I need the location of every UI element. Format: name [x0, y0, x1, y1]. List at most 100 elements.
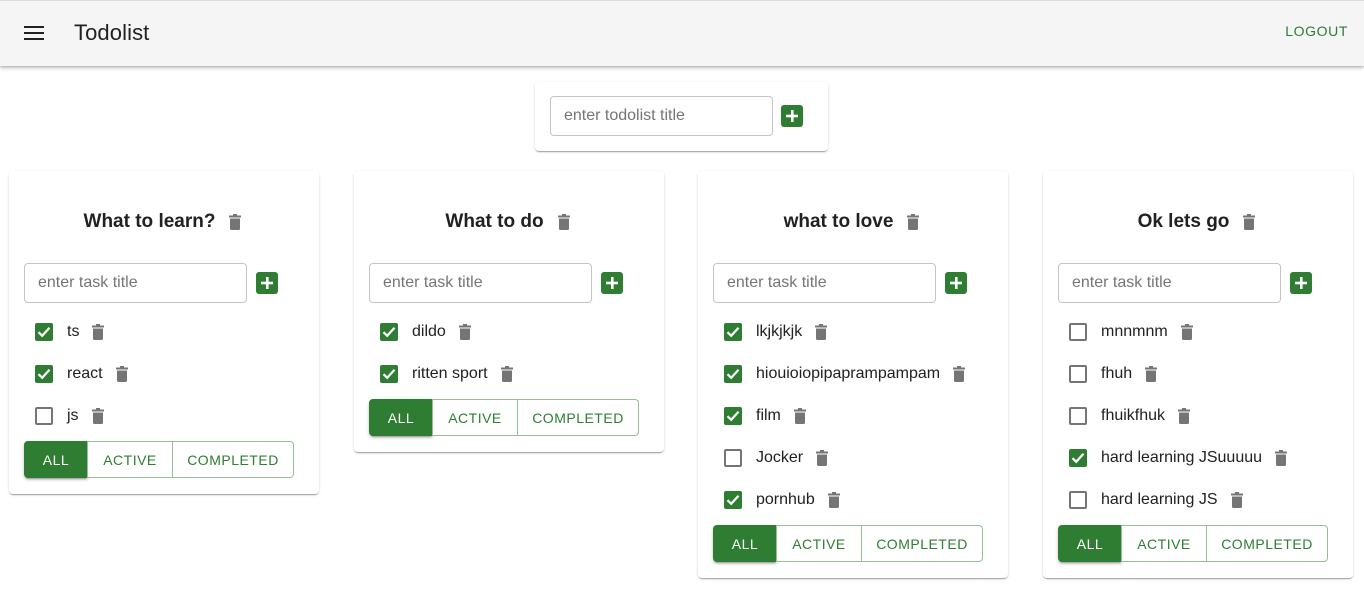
task-title[interactable]: js: [67, 407, 79, 425]
delete-task-icon[interactable]: [89, 405, 107, 427]
add-todolist-form: [535, 82, 828, 151]
task-title[interactable]: fhuikfhuk: [1101, 407, 1165, 425]
delete-todolist-icon[interactable]: [1240, 211, 1258, 233]
todolist-title[interactable]: Ok lets go: [1138, 211, 1230, 233]
task-title[interactable]: film: [756, 407, 781, 425]
filter-active-button[interactable]: ACTIVE: [776, 525, 862, 562]
delete-task-icon[interactable]: [950, 363, 968, 385]
task-item: hiouioiopipaprampampam: [724, 362, 968, 386]
delete-task-icon[interactable]: [813, 447, 831, 469]
task-checkbox[interactable]: [724, 449, 742, 467]
task-title[interactable]: lkjkjkjk: [756, 323, 802, 341]
task-checkbox[interactable]: [35, 407, 53, 425]
filter-all-button[interactable]: ALL: [369, 399, 433, 436]
task-item: mnnmnm: [1069, 320, 1196, 344]
check-icon: [382, 326, 396, 338]
task-checkbox[interactable]: [724, 407, 742, 425]
add-todolist-button[interactable]: [781, 105, 803, 127]
task-title-input[interactable]: [1058, 263, 1281, 303]
delete-task-icon[interactable]: [89, 321, 107, 343]
todolist-title[interactable]: What to learn?: [84, 211, 216, 233]
check-icon: [726, 326, 740, 338]
delete-task-icon[interactable]: [1228, 489, 1246, 511]
add-task-button[interactable]: [601, 272, 623, 294]
task-title-input[interactable]: [369, 263, 592, 303]
logout-button[interactable]: LOGOUT: [1285, 23, 1348, 39]
filter-all-button[interactable]: ALL: [24, 441, 88, 478]
delete-task-icon[interactable]: [113, 363, 131, 385]
task-item: fhuh: [1069, 362, 1160, 386]
check-icon: [37, 368, 51, 380]
task-checkbox[interactable]: [380, 365, 398, 383]
filter-active-button[interactable]: ACTIVE: [432, 399, 518, 436]
filter-completed-button[interactable]: COMPLETED: [172, 441, 294, 478]
delete-task-icon[interactable]: [456, 321, 474, 343]
task-title[interactable]: Jocker: [756, 449, 803, 467]
check-icon: [37, 326, 51, 338]
filter-active-button[interactable]: ACTIVE: [1121, 525, 1207, 562]
task-item: film: [724, 404, 809, 428]
task-title[interactable]: ts: [67, 323, 79, 341]
todolist-card: what to love lkjkjkjk hiouioiopipaprampamp…: [698, 171, 1008, 578]
filter-completed-button[interactable]: COMPLETED: [861, 525, 983, 562]
task-title-input[interactable]: [24, 263, 247, 303]
todolist-card: What to learn? ts react js ALLACTIVECOMPLETE…: [9, 171, 319, 494]
task-checkbox[interactable]: [380, 323, 398, 341]
task-checkbox[interactable]: [1069, 449, 1087, 467]
delete-task-icon[interactable]: [825, 489, 843, 511]
filter-completed-button[interactable]: COMPLETED: [1206, 525, 1328, 562]
task-item: hard learning JSuuuuu: [1069, 446, 1290, 470]
delete-todolist-icon[interactable]: [226, 211, 244, 233]
delete-task-icon[interactable]: [1175, 405, 1193, 427]
task-checkbox[interactable]: [35, 365, 53, 383]
delete-todolist-icon[interactable]: [904, 211, 922, 233]
delete-task-icon[interactable]: [1272, 447, 1290, 469]
task-title[interactable]: hard learning JSuuuuu: [1101, 449, 1262, 467]
plus-icon: [1294, 276, 1308, 290]
task-checkbox[interactable]: [1069, 491, 1087, 509]
task-checkbox[interactable]: [1069, 323, 1087, 341]
todolist-card: What to do dildo ritten sport ALLACTIVECOMP…: [354, 171, 664, 452]
delete-task-icon[interactable]: [812, 321, 830, 343]
delete-task-icon[interactable]: [791, 405, 809, 427]
check-icon: [726, 410, 740, 422]
delete-task-icon[interactable]: [1178, 321, 1196, 343]
task-title-input[interactable]: [713, 263, 936, 303]
task-checkbox[interactable]: [1069, 407, 1087, 425]
task-checkbox[interactable]: [724, 491, 742, 509]
task-checkbox[interactable]: [35, 323, 53, 341]
task-title[interactable]: hard learning JS: [1101, 491, 1218, 509]
filter-completed-button[interactable]: COMPLETED: [517, 399, 639, 436]
todolist-title-row: What to learn?: [9, 211, 319, 233]
filter-all-button[interactable]: ALL: [1058, 525, 1122, 562]
task-item: js: [35, 404, 107, 428]
menu-icon: [24, 26, 44, 40]
task-title[interactable]: react: [67, 365, 103, 383]
task-title[interactable]: mnnmnm: [1101, 323, 1168, 341]
add-task-button[interactable]: [256, 272, 278, 294]
filter-active-button[interactable]: ACTIVE: [87, 441, 173, 478]
delete-todolist-icon[interactable]: [555, 211, 573, 233]
task-checkbox[interactable]: [724, 365, 742, 383]
task-item: hard learning JS: [1069, 488, 1246, 512]
add-task-button[interactable]: [945, 272, 967, 294]
todolist-title[interactable]: What to do: [445, 211, 543, 233]
task-title[interactable]: ritten sport: [412, 365, 488, 383]
task-title[interactable]: hiouioiopipaprampampam: [756, 365, 940, 383]
menu-button[interactable]: [14, 13, 54, 53]
todolist-title[interactable]: what to love: [784, 211, 894, 233]
delete-task-icon[interactable]: [1142, 363, 1160, 385]
task-item: lkjkjkjk: [724, 320, 830, 344]
task-title[interactable]: dildo: [412, 323, 446, 341]
app-bar: Todolist LOGOUT: [0, 0, 1364, 66]
task-title[interactable]: fhuh: [1101, 365, 1132, 383]
task-checkbox[interactable]: [1069, 365, 1087, 383]
filter-all-button[interactable]: ALL: [713, 525, 777, 562]
task-checkbox[interactable]: [724, 323, 742, 341]
task-item: ts: [35, 320, 107, 344]
add-task-button[interactable]: [1290, 272, 1312, 294]
task-title[interactable]: pornhub: [756, 491, 815, 509]
todolist-title-input[interactable]: [550, 96, 773, 136]
check-icon: [726, 494, 740, 506]
delete-task-icon[interactable]: [498, 363, 516, 385]
